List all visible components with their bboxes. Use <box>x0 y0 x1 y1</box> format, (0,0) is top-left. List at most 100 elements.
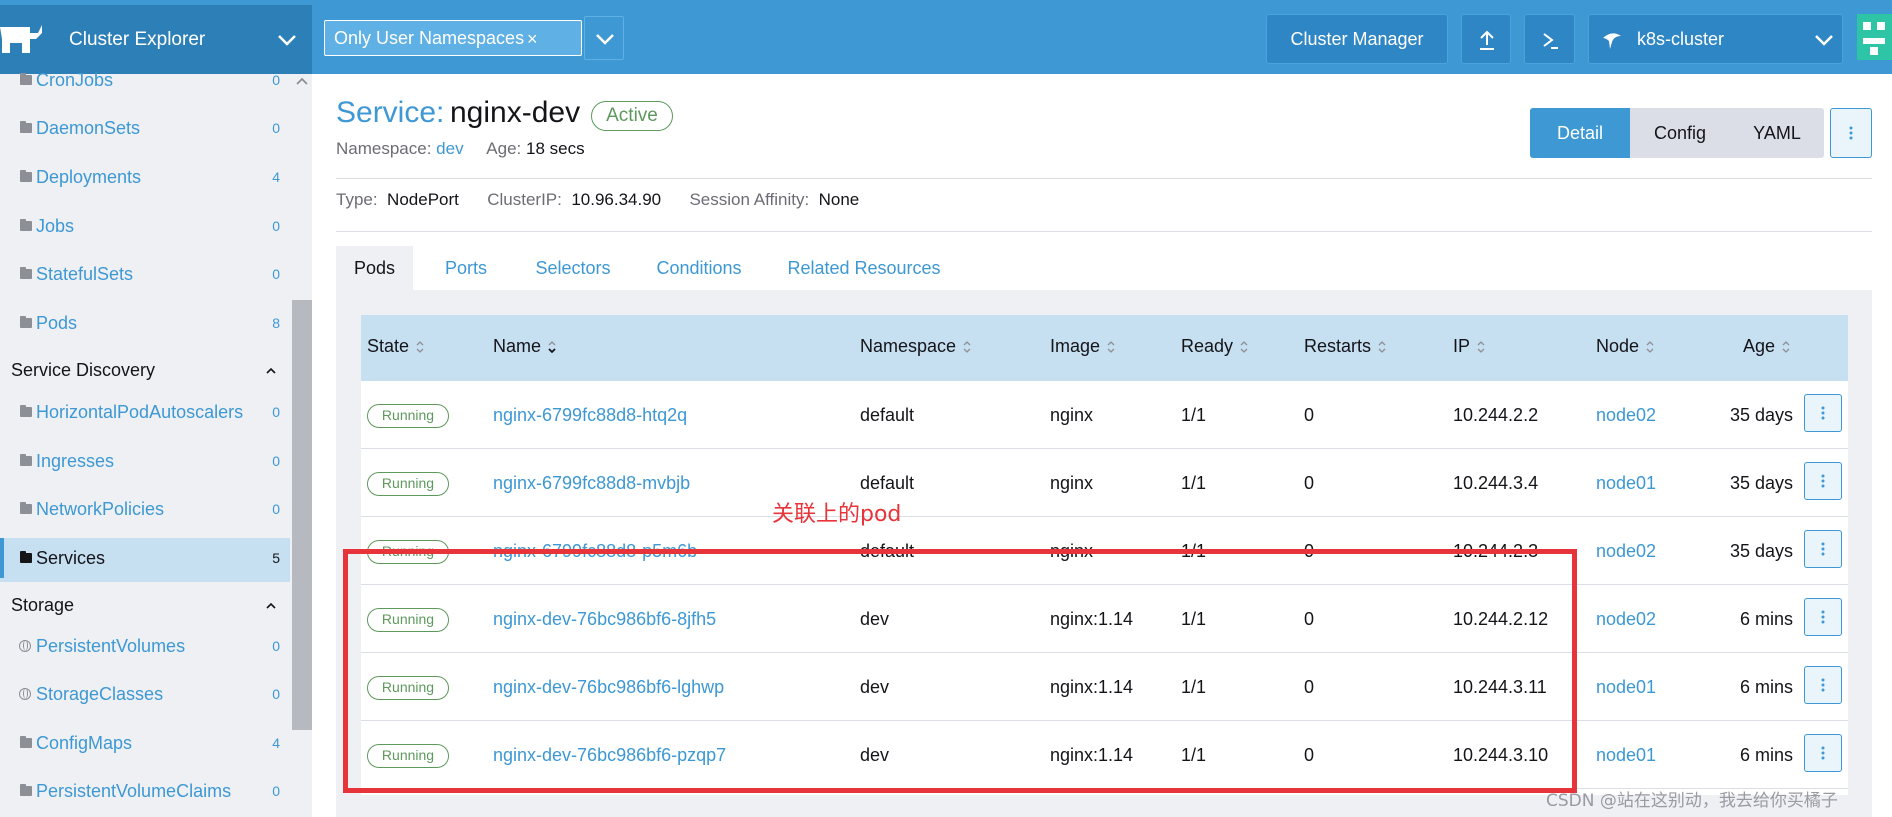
kebab-icon <box>1821 405 1825 422</box>
sidebar-item-services[interactable]: Services 5 <box>0 538 290 582</box>
row-actions-button[interactable] <box>1804 530 1842 568</box>
pod-ready: 1/1 <box>1181 473 1207 493</box>
namespace-filter[interactable]: Only User Namespaces × <box>324 20 582 56</box>
annotation-highlight-box <box>343 549 1577 793</box>
folder-icon <box>20 267 32 279</box>
folder-icon <box>20 121 32 133</box>
pod-node-link[interactable]: node01 <box>1596 721 1656 789</box>
row-actions-button[interactable] <box>1804 394 1842 432</box>
tab-pods[interactable]: Pods <box>336 246 413 290</box>
pod-node-link[interactable]: node01 <box>1596 653 1656 721</box>
row-actions-button[interactable] <box>1804 734 1842 772</box>
sidebar-item-storageclasses[interactable]: StorageClasses 0 <box>0 674 290 714</box>
pod-name-link[interactable]: nginx-6799fc88d8-htq2q <box>493 381 687 449</box>
detail-button[interactable]: Detail <box>1530 108 1630 158</box>
service-type: NodePort <box>387 190 459 209</box>
chevron-up-icon <box>266 367 276 374</box>
pod-node-link[interactable]: node02 <box>1596 517 1656 585</box>
close-icon[interactable]: × <box>527 21 538 57</box>
state-badge: Running <box>367 404 449 428</box>
rancher-logo-icon <box>0 25 42 53</box>
sidebar-item-statefulsets[interactable]: StatefulSets 0 <box>0 254 290 294</box>
column-restarts[interactable]: Restarts <box>1304 315 1387 377</box>
resource-kind: Service: <box>336 96 445 129</box>
sidebar-item-networkpolicies[interactable]: NetworkPolicies 0 <box>0 489 290 529</box>
sidebar-item-deployments[interactable]: Deployments 4 <box>0 157 290 197</box>
sort-down-icon <box>548 341 556 354</box>
column-node[interactable]: Node <box>1596 315 1655 377</box>
divider <box>336 231 1872 232</box>
sidebar-scrollbar-thumb[interactable] <box>292 300 312 730</box>
sidebar-item-ingresses[interactable]: Ingresses 0 <box>0 441 290 481</box>
namespace-link[interactable]: dev <box>436 139 463 158</box>
pod-age: 35 days <box>1729 405 1793 425</box>
sort-icon <box>1477 341 1485 354</box>
pod-age: 6 mins <box>1739 609 1793 629</box>
sidebar-item-cronjobs[interactable]: CronJobs 0 <box>0 60 290 100</box>
sidebar-item-configmaps[interactable]: ConfigMaps 4 <box>0 723 290 763</box>
column-namespace[interactable]: Namespace <box>860 315 972 377</box>
import-yaml-button[interactable] <box>1461 14 1511 64</box>
sidebar-group-service-discovery[interactable]: Service Discovery <box>0 350 290 390</box>
tab-conditions[interactable]: Conditions <box>638 246 760 290</box>
watermark: CSDN @站在这别动，我去给你买橘子 <box>1546 791 1838 811</box>
upload-icon <box>1480 30 1494 50</box>
column-ready[interactable]: Ready <box>1181 315 1249 377</box>
cluster-selector[interactable]: k8s-cluster <box>1588 14 1843 64</box>
column-image[interactable]: Image <box>1050 315 1116 377</box>
pod-age: 35 days <box>1729 473 1793 493</box>
column-name[interactable]: Name <box>493 315 557 377</box>
sidebar-item-daemonsets[interactable]: DaemonSets 0 <box>0 108 290 148</box>
resource-meta: Namespace: dev Age: 18 secs <box>336 139 585 158</box>
column-state[interactable]: State <box>367 315 425 377</box>
tab-selectors[interactable]: Selectors <box>516 246 630 290</box>
kebab-icon <box>1821 745 1825 762</box>
sidebar-item-pods[interactable]: Pods 8 <box>0 303 290 343</box>
pod-node-link[interactable]: node01 <box>1596 449 1656 517</box>
tab-related-resources[interactable]: Related Resources <box>772 246 956 290</box>
table-row: Running nginx-6799fc88d8-mvbjb default n… <box>361 449 1848 517</box>
folder-icon <box>20 316 32 328</box>
user-avatar[interactable] <box>1857 14 1892 60</box>
folder-icon <box>20 454 32 466</box>
yaml-button[interactable]: YAML <box>1730 108 1824 158</box>
row-actions-button[interactable] <box>1804 598 1842 636</box>
tab-ports[interactable]: Ports <box>426 246 506 290</box>
sidebar-item-hpa[interactable]: HorizontalPodAutoscalers 0 <box>0 392 290 432</box>
pod-restarts: 0 <box>1304 473 1315 493</box>
row-actions-button[interactable] <box>1804 462 1842 500</box>
chevron-up-icon[interactable] <box>295 76 309 86</box>
pod-node-link[interactable]: node02 <box>1596 585 1656 653</box>
chevron-down-icon <box>278 35 296 46</box>
pod-image: nginx <box>1050 405 1094 425</box>
config-button[interactable]: Config <box>1630 108 1730 158</box>
pod-restarts: 0 <box>1304 405 1315 425</box>
view-switch: Detail Config YAML <box>1530 108 1824 158</box>
cluster-manager-button[interactable]: Cluster Manager <box>1266 14 1448 64</box>
sort-icon <box>1378 341 1386 354</box>
namespace-dropdown-button[interactable] <box>584 16 624 60</box>
sidebar-item-persistentvolumes[interactable]: PersistentVolumes 0 <box>0 626 290 666</box>
actions-menu-button[interactable] <box>1830 108 1872 158</box>
sidebar-item-jobs[interactable]: Jobs 0 <box>0 206 290 246</box>
state-badge: Running <box>367 472 449 496</box>
pod-node-link[interactable]: node02 <box>1596 381 1656 449</box>
namespace-filter-label: Only User Namespaces <box>334 28 525 48</box>
column-ip[interactable]: IP <box>1453 315 1486 377</box>
pod-name-link[interactable]: nginx-6799fc88d8-mvbjb <box>493 449 690 517</box>
folder-icon <box>20 502 32 514</box>
chevron-down-icon <box>596 34 614 45</box>
sidebar-group-storage[interactable]: Storage <box>0 585 290 625</box>
cluster-icon <box>1603 33 1621 49</box>
kebab-icon <box>1821 473 1825 490</box>
column-age[interactable]: Age <box>1743 315 1791 377</box>
folder-icon <box>20 170 32 182</box>
row-actions-button[interactable] <box>1804 666 1842 704</box>
kubectl-shell-button[interactable] <box>1524 14 1575 64</box>
pod-namespace: default <box>860 405 915 425</box>
kebab-icon <box>1821 677 1825 694</box>
sort-icon <box>963 341 971 354</box>
pod-ip: 10.244.3.4 <box>1453 473 1539 493</box>
sidebar-item-pvcs[interactable]: PersistentVolumeClaims 0 <box>0 771 290 811</box>
pod-image: nginx <box>1050 473 1094 493</box>
